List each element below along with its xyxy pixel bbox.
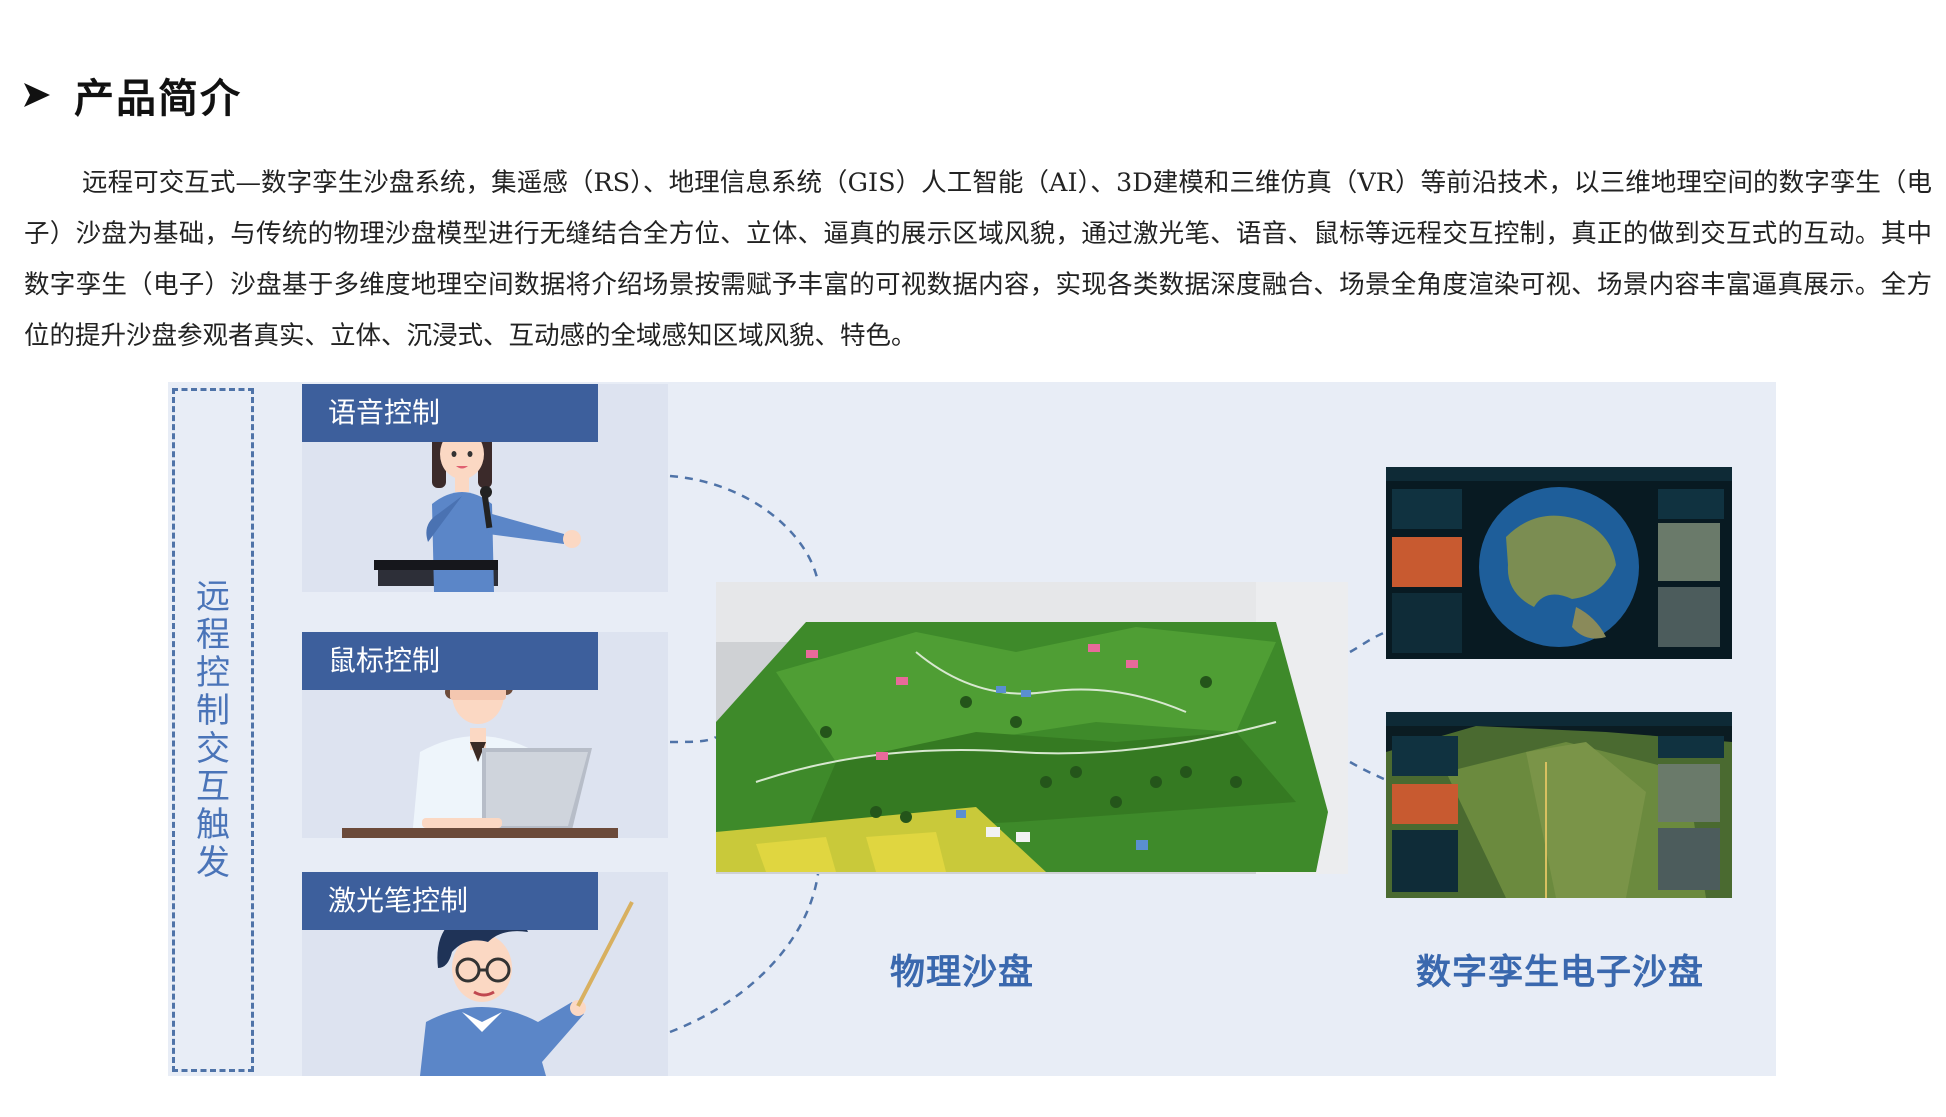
globe-screen-image — [1386, 467, 1732, 659]
voice-control-panel: 语音控制 — [302, 384, 668, 592]
voice-control-tag: 语音控制 — [302, 384, 598, 442]
section-heading: 产品简介 — [22, 70, 242, 122]
remote-control-box: 远程控制交互触发 — [172, 388, 254, 1072]
intro-paragraph: 远程可交互式—数字孪生沙盘系统，集遥感（RS）、地理信息系统（GIS）人工智能（… — [24, 168, 1932, 351]
terrain-screen-image — [1386, 712, 1732, 898]
laser-control-tag: 激光笔控制 — [302, 872, 598, 930]
digital-sand-table-globe-screen — [1386, 467, 1732, 659]
mouse-control-panel: 鼠标控制 — [302, 632, 668, 838]
physical-sand-table-caption: 物理沙盘 — [889, 953, 1035, 993]
arrow-right-icon — [24, 83, 50, 107]
mouse-control-tag: 鼠标控制 — [302, 632, 598, 690]
remote-control-label: 远程控制交互触发 — [196, 577, 230, 883]
laser-control-panel: 激光笔控制 — [302, 872, 668, 1076]
physical-sand-table-image — [716, 582, 1348, 874]
system-diagram: 远程控制交互触发 语音控制 鼠标控制 激光笔控制 物理沙盘 数字孪生电子沙盘 — [168, 382, 1776, 1076]
digital-sand-table-terrain-screen — [1386, 712, 1732, 898]
digital-sand-table-caption: 数字孪生电子沙盘 — [1415, 953, 1705, 993]
section-title: 产品简介 — [74, 76, 242, 122]
